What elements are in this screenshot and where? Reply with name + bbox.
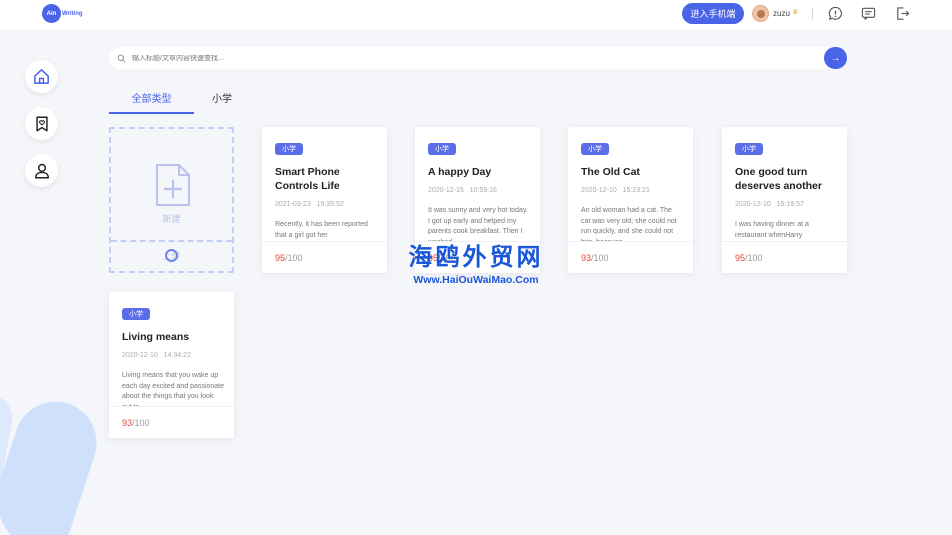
home-icon <box>34 69 49 84</box>
logo-mark: Ain <box>42 4 61 23</box>
sidebar-item-profile[interactable] <box>25 154 58 187</box>
score-value: 93 <box>122 418 133 428</box>
crown-icon: ♛ <box>792 9 799 16</box>
article-footer: 95/100 <box>722 241 847 273</box>
article-score: 93/100 <box>581 253 609 263</box>
article-card[interactable]: 小学 The Old Cat 2020-12-10 15:23:21 An ol… <box>568 127 693 273</box>
sidebar-item-home[interactable] <box>25 60 58 93</box>
article-footer: 95/100 <box>262 241 387 273</box>
loading-spinner <box>165 249 178 262</box>
article-time: 14:34:22 <box>163 352 191 359</box>
app-logo[interactable]: Ain Writing <box>42 4 83 23</box>
article-date: 2020-12-10 <box>122 352 158 359</box>
user-icon <box>34 163 49 178</box>
article-excerpt: Living means that you wake up each day e… <box>122 372 224 406</box>
score-value: 93 <box>581 253 592 263</box>
score-total: /100 <box>132 418 150 428</box>
decorative-leaf <box>0 391 108 535</box>
article-timestamp: 2020-12-10 15:19:57 <box>735 201 804 208</box>
article-card[interactable]: 小学 Living means 2020-12-10 14:34:22 Livi… <box>109 292 234 438</box>
article-score: 95/100 <box>735 253 763 263</box>
score-total: /100 <box>285 253 303 263</box>
article-title[interactable]: Living means <box>122 330 227 344</box>
article-date: 2020-12-10 <box>581 187 617 194</box>
article-title[interactable]: The Old Cat <box>581 165 686 179</box>
top-header: Ain Writing 进入手机端 zuzu ♛ <box>0 0 952 30</box>
article-footer: 93/100 <box>109 406 234 438</box>
message-icon[interactable] <box>861 6 876 21</box>
article-title[interactable]: A happy Day <box>428 165 533 179</box>
article-excerpt: It was sunny and very hot today. I got u… <box>428 207 528 241</box>
article-card[interactable]: 小学 One good turn deserves another 2020-1… <box>722 127 847 273</box>
article-time: 10:59:16 <box>469 187 497 194</box>
mobile-version-button[interactable]: 进入手机端 <box>682 3 744 24</box>
search-bar: → <box>109 47 847 69</box>
arrow-right-icon: → <box>830 52 841 64</box>
article-title[interactable]: Smart Phone Controls Life <box>275 165 380 193</box>
grade-tag[interactable]: 小学 <box>428 143 456 155</box>
sidebar-item-bookmarks[interactable] <box>25 107 58 140</box>
score-value: 95 <box>275 253 286 263</box>
tab-primary-school[interactable]: 小学 <box>212 90 232 105</box>
new-label: 新建 <box>162 214 181 224</box>
article-footer: 93/100 <box>568 241 693 273</box>
grade-tag[interactable]: 小学 <box>275 143 303 155</box>
article-time: 15:23:21 <box>622 187 650 194</box>
search-icon <box>117 54 126 62</box>
card-divider <box>111 240 232 242</box>
article-date: 2021-03-23 <box>275 201 311 208</box>
article-title[interactable]: One good turn deserves another <box>735 165 840 193</box>
grade-tag[interactable]: 小学 <box>122 308 150 320</box>
new-document-icon <box>156 164 190 206</box>
article-card[interactable]: 小学 Smart Phone Controls Life 2021-03-23 … <box>262 127 387 273</box>
article-score: 93/100 <box>122 418 150 428</box>
article-time: 15:35:52 <box>316 201 344 208</box>
article-date: 2020-12-15 <box>428 187 464 194</box>
score-total: /100 <box>591 253 609 263</box>
watermark-chinese: 海鸥外贸网 <box>408 244 544 271</box>
watermark: 海鸥外贸网 Www.HaiOuWaiMao.Com <box>398 244 554 286</box>
article-timestamp: 2020-12-10 14:34:22 <box>122 352 191 359</box>
search-submit-button[interactable]: → <box>824 47 847 69</box>
watermark-url: Www.HaiOuWaiMao.Com <box>413 274 539 286</box>
tab-all-types[interactable]: 全部类型 <box>109 90 194 114</box>
bookmark-icon <box>35 116 48 131</box>
article-timestamp: 2021-03-23 15:35:52 <box>275 201 344 208</box>
username[interactable]: zuzu <box>773 9 790 18</box>
avatar[interactable] <box>752 5 769 22</box>
article-excerpt: I was having dinner at a restaurant when… <box>735 221 809 239</box>
logout-icon[interactable] <box>895 6 910 21</box>
score-value: 95 <box>735 253 746 263</box>
new-article-card[interactable]: 新建 上传 <box>109 127 234 273</box>
article-score: 95/100 <box>275 253 303 263</box>
search-input[interactable] <box>132 54 812 62</box>
header-divider <box>812 8 813 20</box>
article-timestamp: 2020-12-15 10:59:16 <box>428 187 497 194</box>
grade-tag[interactable]: 小学 <box>581 143 609 155</box>
article-timestamp: 2020-12-10 15:23:21 <box>581 187 650 194</box>
article-excerpt: Recently, it has been reported that a gi… <box>275 221 368 239</box>
help-icon[interactable] <box>828 6 843 21</box>
article-date: 2020-12-10 <box>735 201 771 208</box>
score-total: /100 <box>745 253 763 263</box>
article-time: 15:19:57 <box>776 201 804 208</box>
article-excerpt: An old woman had a cat. The cat was very… <box>581 207 677 241</box>
logo-text: Writing <box>62 10 83 17</box>
grade-tag[interactable]: 小学 <box>735 143 763 155</box>
